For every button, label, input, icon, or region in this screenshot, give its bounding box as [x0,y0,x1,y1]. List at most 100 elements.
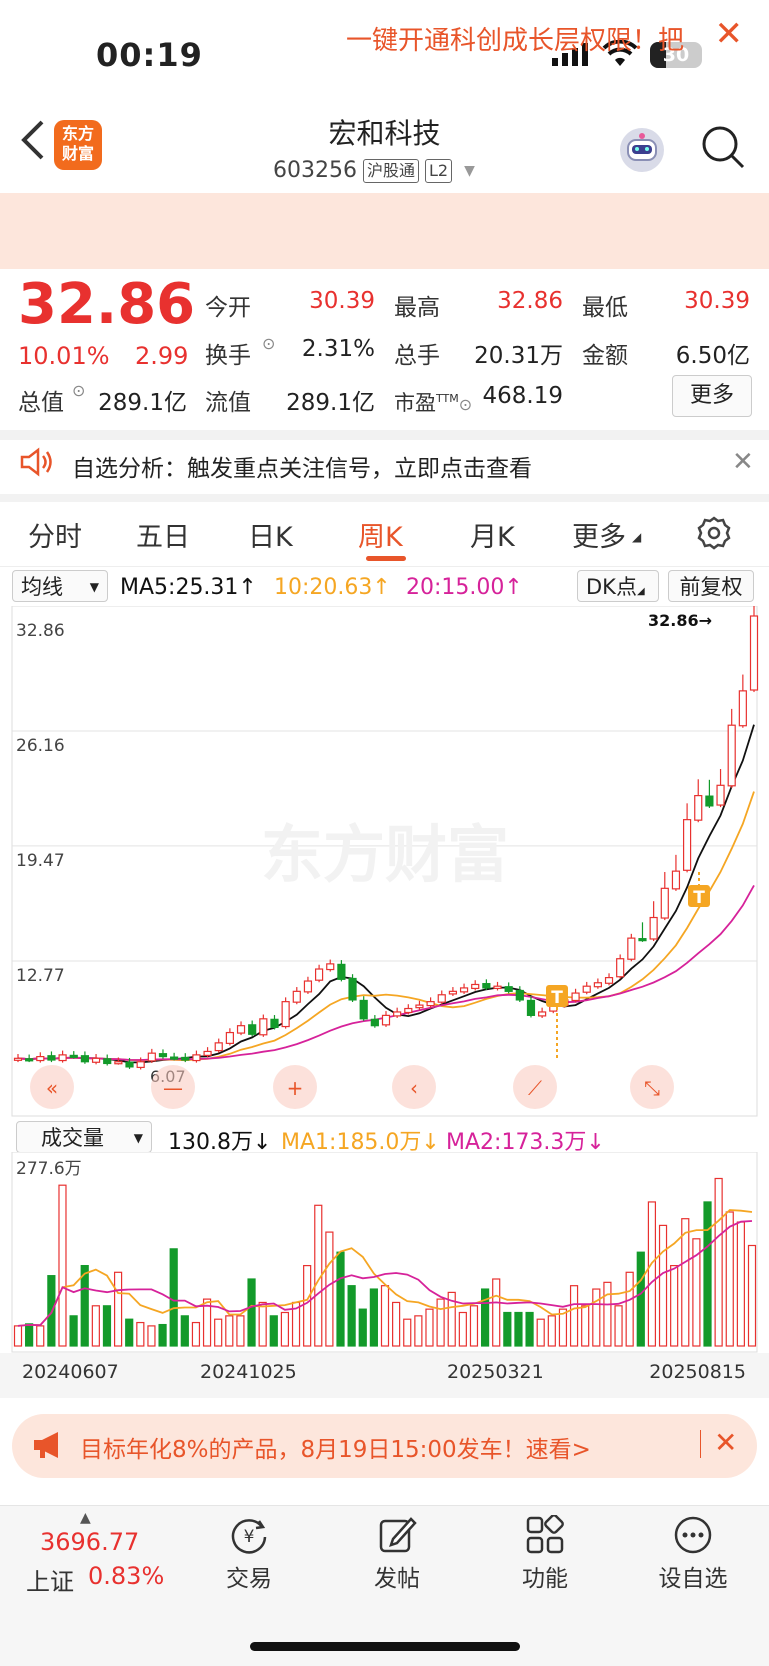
analysis-text[interactable]: 自选分析：触发重点关注信号，立即点击查看 [72,449,532,483]
change-percent: 10.01% [18,342,110,370]
tab-five-day[interactable]: 五日 [136,515,190,554]
price-chart[interactable]: 东方财富 32.8626.1619.4712.776.0732.86→TT«—+… [0,606,769,1118]
index-value[interactable]: 3696.77 [40,1528,139,1556]
volume-bar [714,1177,723,1347]
candle [593,982,602,988]
dk-point-button[interactable]: DK点◢ [577,570,659,602]
indicator-select[interactable]: 均线 ▼ [12,570,108,602]
divider [700,1430,701,1458]
candle [504,986,513,992]
index-name[interactable]: 上证 [26,1562,74,1597]
chart-control-icon[interactable]: « [46,1076,58,1100]
x-axis-date-label: 20250321 [447,1361,544,1383]
chart-control-icon[interactable]: ⤡ [644,1076,660,1100]
ma5-value: MA5:25.31↑ [120,575,257,600]
search-icon[interactable] [700,124,746,174]
candle [147,1052,156,1062]
candle [370,1018,379,1027]
candle [738,690,747,727]
volume-bar [425,1308,434,1347]
candle [660,887,669,919]
candle [91,1057,101,1063]
chart-control-icon[interactable]: ⟋ [528,1076,542,1100]
more-button[interactable]: 更多 [672,375,752,417]
market-cap-value: 289.1亿 [98,390,187,416]
candle [225,1031,234,1044]
volume-bar [169,1248,178,1347]
chart-control-icon[interactable]: — [163,1076,183,1100]
volume-bar [603,1281,612,1347]
ad-close-icon[interactable]: ✕ [714,1426,737,1459]
candle [359,999,368,1020]
candle [203,1050,212,1056]
chart-control-icon[interactable]: ‹ [410,1076,418,1100]
volume-bar [214,1318,223,1347]
candle [727,724,736,787]
volume-indicator-select[interactable]: 成交量 ▼ [16,1121,152,1153]
volume-bar [91,1305,100,1347]
candle [136,1061,145,1069]
high-label: 最高 [394,295,440,321]
level-badge: L2 [425,158,453,183]
volume-bar [703,1201,712,1347]
analysis-close-icon[interactable]: ✕ [732,447,754,477]
assistant-robot-icon[interactable] [620,128,664,172]
promo-close-icon[interactable]: ✕ [715,14,744,54]
open-value: 30.39 [309,288,375,314]
volume-bar [369,1288,378,1347]
info-dots-icon[interactable]: ⊙ [262,334,275,353]
ad-text[interactable]: 目标年化8%的产品，8月19日15:00发车！速看> [80,1430,591,1464]
candle [393,1011,402,1017]
info-dots-icon[interactable]: ⊙ [72,381,85,400]
candle [482,983,491,989]
stock-code-row[interactable]: 603256 沪股通 L2 ▼ [273,158,475,183]
candle [671,870,681,890]
nav-trade[interactable]: ¥ 交易 [199,1515,299,1593]
volume-bar [80,1264,89,1347]
volume-bar [647,1201,657,1347]
y-tick-label: 19.47 [16,851,65,871]
market-cap-label: 总值 [18,390,64,416]
chart-control-icon[interactable]: + [287,1076,304,1100]
volume-bar [25,1323,34,1347]
tab-daily-k[interactable]: 日K [248,515,293,554]
nav-post[interactable]: 发帖 [347,1515,447,1593]
nav-add-watchlist[interactable]: 设自选 [643,1515,743,1593]
caret-down-icon: ▼ [133,1131,143,1145]
float-cap-value: 289.1亿 [286,390,375,416]
y-tick-label: 26.16 [16,736,65,756]
grid-apps-icon [495,1514,595,1559]
volume-bar [403,1318,412,1347]
nav-functions[interactable]: 功能 [495,1514,595,1593]
candle [170,1056,179,1060]
volume-chart[interactable]: 277.6万 20240607 20241025 20250321 20250815 [0,1152,769,1398]
y-tick-label: 32.86 [16,621,65,641]
candle [749,615,759,691]
volume-bar [58,1184,67,1347]
watermark: 东方财富 [261,818,509,891]
nav-functions-label: 功能 [522,1566,568,1592]
promo-text[interactable]: 一键开通科创成长层权限！把 [346,20,684,57]
candle [181,1056,190,1061]
speaker-icon [18,446,54,482]
volume-bar [525,1311,534,1347]
amount-value: 6.50亿 [675,343,750,369]
index-percent[interactable]: 0.83% [88,1562,164,1590]
settings-gear-icon[interactable] [697,516,731,554]
volume-bar [136,1321,145,1347]
tab-weekly-k[interactable]: 周K [358,515,403,554]
tab-more[interactable]: 更多 [572,515,626,554]
candle [114,1061,123,1065]
volume-bar [280,1311,290,1347]
adjust-button[interactable]: 前复权 [668,570,754,602]
tab-monthly-k[interactable]: 月K [470,515,515,554]
tab-intraday[interactable]: 分时 [28,515,82,554]
volume-bar [614,1305,623,1347]
volume-bar [414,1315,423,1347]
volume-bar [681,1218,690,1347]
candle [716,784,725,806]
signal-marker-text[interactable]: T [551,988,563,1008]
promo-banner[interactable] [0,193,769,269]
signal-marker-text[interactable]: T [693,888,705,908]
volume-bar [569,1285,579,1347]
